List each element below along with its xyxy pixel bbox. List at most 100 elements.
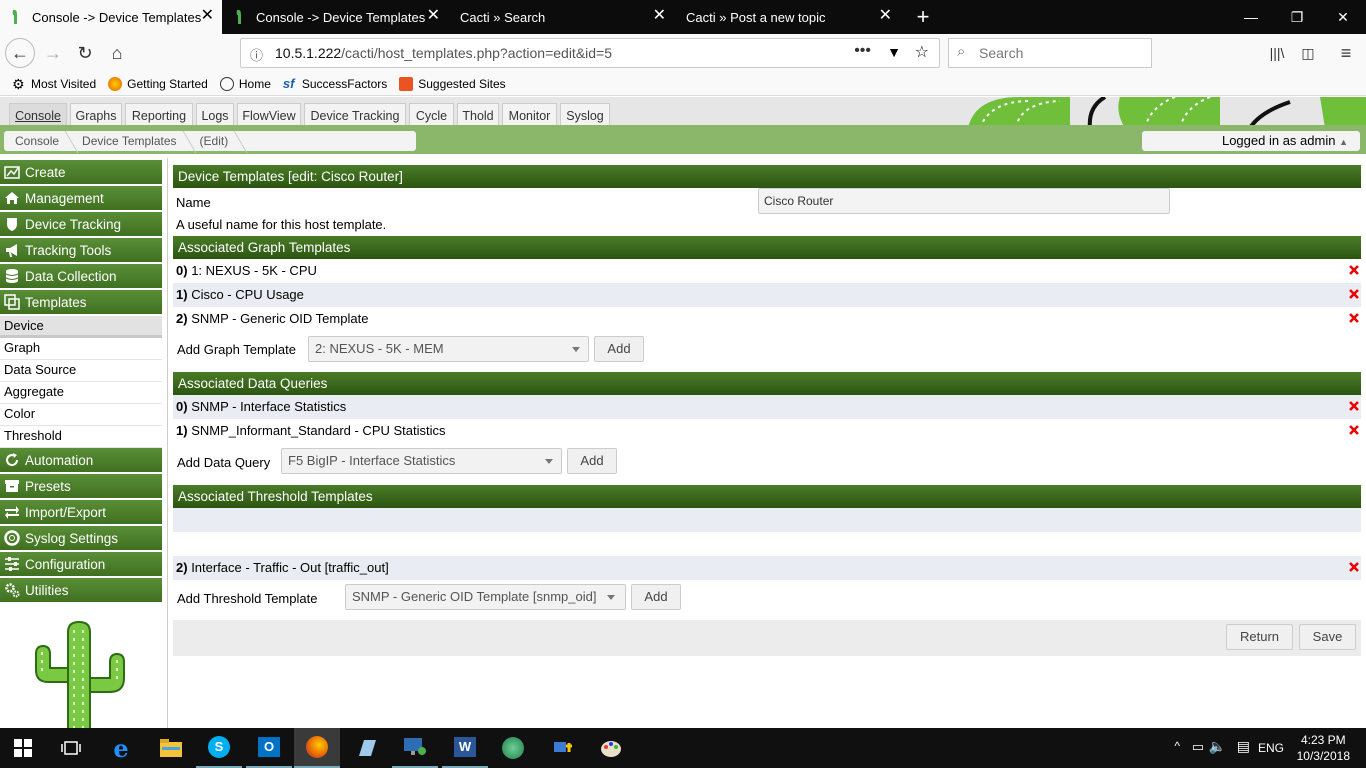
new-tab-button[interactable]: + (900, 0, 946, 34)
breadcrumb-console[interactable]: Console (4, 134, 71, 148)
database-icon (4, 268, 20, 284)
breadcrumb-device-templates[interactable]: Device Templates (71, 134, 189, 148)
back-arrow-icon[interactable]: ← (5, 38, 35, 68)
network-globe-icon[interactable] (490, 728, 536, 768)
tab-syslog[interactable]: Syslog (560, 103, 610, 125)
notepad-icon[interactable] (344, 728, 390, 768)
sidebar-item-device-tracking[interactable]: Device Tracking (0, 212, 162, 236)
user-menu[interactable]: Logged in as admin ▲ (1142, 131, 1360, 151)
tab-logs[interactable]: Logs (196, 103, 234, 125)
menu-icon[interactable]: ≡ (1331, 38, 1361, 68)
outlook-icon[interactable]: O (246, 728, 292, 768)
sidebar-subitem-aggregate[interactable]: Aggregate (0, 382, 162, 404)
delete-icon[interactable] (1349, 265, 1359, 275)
windows-start-icon[interactable] (0, 728, 46, 768)
sidebar-item-data-collection[interactable]: Data Collection (0, 264, 162, 288)
return-button[interactable]: Return (1226, 624, 1293, 650)
delete-icon[interactable] (1349, 289, 1359, 299)
skype-icon[interactable]: S (196, 728, 242, 768)
tab-thold[interactable]: Thold (457, 103, 499, 125)
browser-tab-1[interactable]: Console -> Device Templates - ✕ (0, 0, 222, 34)
add-data-query-button[interactable]: Add (567, 448, 617, 474)
reload-icon[interactable]: ↻ (70, 38, 100, 68)
bookmark-successfactors[interactable]: sf SuccessFactors (283, 76, 387, 91)
sidebar-item-create[interactable]: Create (0, 160, 162, 184)
graph-template-row: 1) Cisco - CPU Usage (173, 283, 1361, 307)
firefox-taskbar-icon[interactable] (294, 728, 340, 768)
task-view-icon[interactable] (48, 728, 94, 768)
pocket-icon[interactable]: ▼ (887, 44, 901, 60)
close-tab-icon[interactable]: ✕ (653, 8, 666, 24)
edge-icon[interactable]: e (98, 728, 144, 768)
sidebar-toggle-icon[interactable]: ◫ (1293, 38, 1323, 68)
network-tool-icon[interactable] (540, 728, 586, 768)
sidebar-item-utilities[interactable]: Utilities (0, 578, 162, 602)
paint-icon[interactable] (588, 728, 634, 768)
home-icon (4, 190, 20, 206)
notification-message-icon[interactable]: ▤ (1237, 738, 1250, 755)
bookmark-home[interactable]: Home (219, 76, 271, 91)
tab-monitor[interactable]: Monitor (502, 103, 557, 125)
tab-device-tracking[interactable]: Device Tracking (304, 103, 406, 125)
sidebar-subitem-graph[interactable]: Graph (0, 338, 162, 360)
sidebar-subitem-data-source[interactable]: Data Source (0, 360, 162, 382)
library-icon[interactable]: |||\ (1262, 38, 1292, 68)
forward-arrow-icon[interactable]: → (38, 38, 68, 68)
sidebar-subitem-threshold[interactable]: Threshold (0, 426, 162, 448)
delete-icon[interactable] (1349, 401, 1359, 411)
url-bar[interactable]: ⓘ 10.5.1.222/cacti/host_templates.php?ac… (240, 38, 940, 68)
sidebar-item-automation[interactable]: Automation (0, 448, 162, 472)
add-threshold-template-button[interactable]: Add (631, 584, 681, 610)
save-button[interactable]: Save (1299, 624, 1356, 650)
browser-tab-3[interactable]: Cacti » Search ✕ (450, 0, 674, 34)
bookmark-most-visited[interactable]: ⚙ Most Visited (12, 77, 96, 91)
tab-reporting[interactable]: Reporting (125, 103, 193, 125)
bookmark-star-icon[interactable]: ☆ (915, 42, 929, 62)
page-actions-icon[interactable]: ••• (854, 42, 871, 60)
taskbar-clock[interactable]: 4:23 PM 10/3/2018 (1297, 732, 1350, 764)
browser-tab-2[interactable]: Console -> Device Templates ✕ (224, 0, 448, 34)
tab-cycle[interactable]: Cycle (409, 103, 454, 125)
word-icon[interactable]: W (442, 728, 488, 768)
add-graph-template-button[interactable]: Add (594, 336, 644, 362)
tab-console[interactable]: Console (9, 103, 67, 125)
data-query-select[interactable]: F5 BigIP - Interface Statistics (281, 448, 562, 474)
tab-graphs[interactable]: Graphs (70, 103, 122, 125)
home-icon[interactable]: ⌂ (102, 38, 132, 68)
row-index: 0) (176, 399, 188, 414)
sidebar-item-configuration[interactable]: Configuration (0, 552, 162, 576)
graph-template-select[interactable]: 2: NEXUS - 5K - MEM (308, 336, 589, 362)
chevron-up-icon[interactable]: ^ (1174, 739, 1180, 753)
battery-icon[interactable]: ▭ (1192, 739, 1204, 755)
close-tab-icon[interactable]: ✕ (427, 8, 440, 24)
close-window-button[interactable]: ✕ (1320, 0, 1366, 34)
browser-tab-4[interactable]: Cacti » Post a new topic ✕ (676, 0, 900, 34)
search-input[interactable]: ⌕ Search (948, 38, 1152, 68)
sidebar-item-management[interactable]: Management (0, 186, 162, 210)
sidebar-item-templates[interactable]: Templates (0, 290, 162, 314)
sidebar-subitem-device[interactable]: Device (0, 316, 162, 338)
bookmark-getting-started[interactable]: Getting Started (108, 76, 208, 91)
delete-icon[interactable] (1349, 425, 1359, 435)
language-indicator[interactable]: ENG (1258, 741, 1284, 755)
remote-desktop-icon[interactable] (392, 728, 438, 768)
info-icon[interactable]: ⓘ (250, 45, 263, 64)
volume-icon[interactable]: 🔈 (1209, 738, 1226, 755)
sidebar-item-tracking-tools[interactable]: Tracking Tools (0, 238, 162, 262)
breadcrumb-edit: (Edit) (189, 134, 241, 148)
sidebar-item-presets[interactable]: Presets (0, 474, 162, 498)
threshold-template-select[interactable]: SNMP - Generic OID Template [snmp_oid] (345, 584, 626, 610)
delete-icon[interactable] (1349, 562, 1359, 572)
sidebar-item-syslog-settings[interactable]: Syslog Settings (0, 526, 162, 550)
close-tab-icon[interactable]: ✕ (201, 8, 214, 24)
close-tab-icon[interactable]: ✕ (879, 8, 892, 24)
restore-button[interactable]: ❐ (1274, 0, 1320, 34)
sidebar-item-import-export[interactable]: Import/Export (0, 500, 162, 524)
name-field[interactable]: Cisco Router (758, 188, 1170, 214)
bookmark-suggested-sites[interactable]: Suggested Sites (399, 76, 506, 91)
sidebar-subitem-color[interactable]: Color (0, 404, 162, 426)
file-explorer-icon[interactable] (148, 728, 194, 768)
minimize-button[interactable]: — (1228, 0, 1274, 34)
delete-icon[interactable] (1349, 313, 1359, 323)
tab-flowview[interactable]: FlowView (237, 103, 301, 125)
